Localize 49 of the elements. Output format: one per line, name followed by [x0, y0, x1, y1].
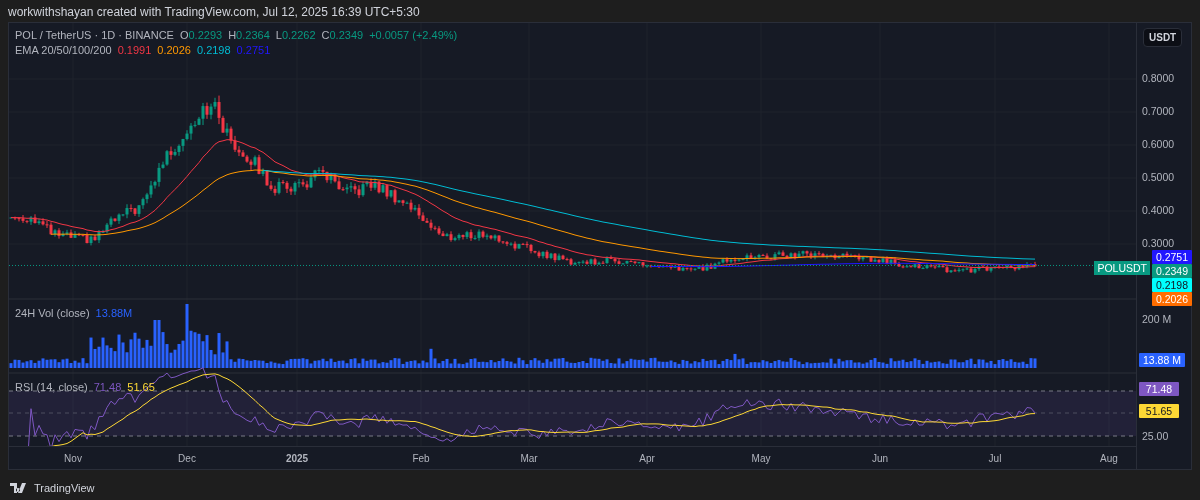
time-label: Dec [178, 453, 196, 464]
currency-button[interactable]: USDT [1143, 28, 1183, 47]
volume-axis-label: 200 M [1142, 313, 1172, 325]
ohlc-label: L [275, 29, 282, 41]
price-label: 0.7000 [1142, 105, 1175, 117]
time-label: May [751, 453, 771, 464]
time-label: Feb [412, 453, 430, 464]
time-label: Aug [1100, 453, 1118, 464]
volume-value: 13.88M [95, 307, 133, 319]
ema-value: 0.2751 [236, 44, 271, 56]
symbol-title: POL / TetherUS · 1D · BINANCE [15, 29, 174, 41]
indicator-title: RSI (14, close) [15, 381, 88, 393]
price-label: 0.5000 [1142, 171, 1175, 183]
rsi-axis-label: 25.00 [1142, 430, 1169, 442]
ohlc-label: C [321, 29, 330, 41]
ohlc-value: 0.2349 [329, 29, 364, 41]
price-tag: 0.2349 [1152, 264, 1192, 278]
logo-text: TradingView [34, 482, 95, 494]
rsi-tag: 51.65 [1139, 404, 1179, 418]
indicator-title: 24H Vol (close) [15, 307, 90, 319]
rsi-tag: 71.48 [1139, 382, 1179, 396]
rsi-value: 71.48 [93, 381, 122, 393]
attribution-text: workwithshayan created with TradingView.com, Jul 12, 2025 16:39 UTC+5:30 [8, 5, 420, 19]
ema-value: 0.1991 [117, 44, 152, 56]
ohlc-label: H [228, 29, 237, 41]
price-change: +0.0057 (+2.49%) [369, 29, 458, 41]
price-label: 0.3000 [1142, 237, 1175, 249]
price-tag: 0.2751 [1152, 250, 1192, 264]
time-label: Apr [639, 453, 655, 464]
symbol-tag: POLUSDT [1094, 261, 1150, 275]
ema-value: 0.2026 [157, 44, 191, 56]
price-label: 0.6000 [1142, 138, 1175, 150]
indicator-title: EMA 20/50/100/200 [15, 44, 112, 56]
price-tag: 0.2026 [1152, 292, 1192, 306]
ohlc-label: O [179, 29, 189, 41]
ohlc-value: 0.2262 [281, 29, 316, 41]
time-label: Mar [520, 453, 538, 464]
volume-tag: 13.88 M [1139, 353, 1185, 367]
time-label: 2025 [285, 453, 309, 464]
price-label: 0.4000 [1142, 204, 1175, 216]
time-label: Jul [988, 453, 1002, 464]
price-tag: 0.2198 [1152, 278, 1192, 292]
time-label: Jun [871, 453, 889, 464]
price-label: 0.8000 [1142, 72, 1175, 84]
ohlc-value: 0.2293 [188, 29, 223, 41]
time-label: Nov [64, 453, 82, 464]
rsi-average-value: 51.65 [127, 381, 155, 393]
ema-value: 0.2198 [196, 44, 231, 56]
ohlc-value: 0.2364 [236, 29, 270, 41]
